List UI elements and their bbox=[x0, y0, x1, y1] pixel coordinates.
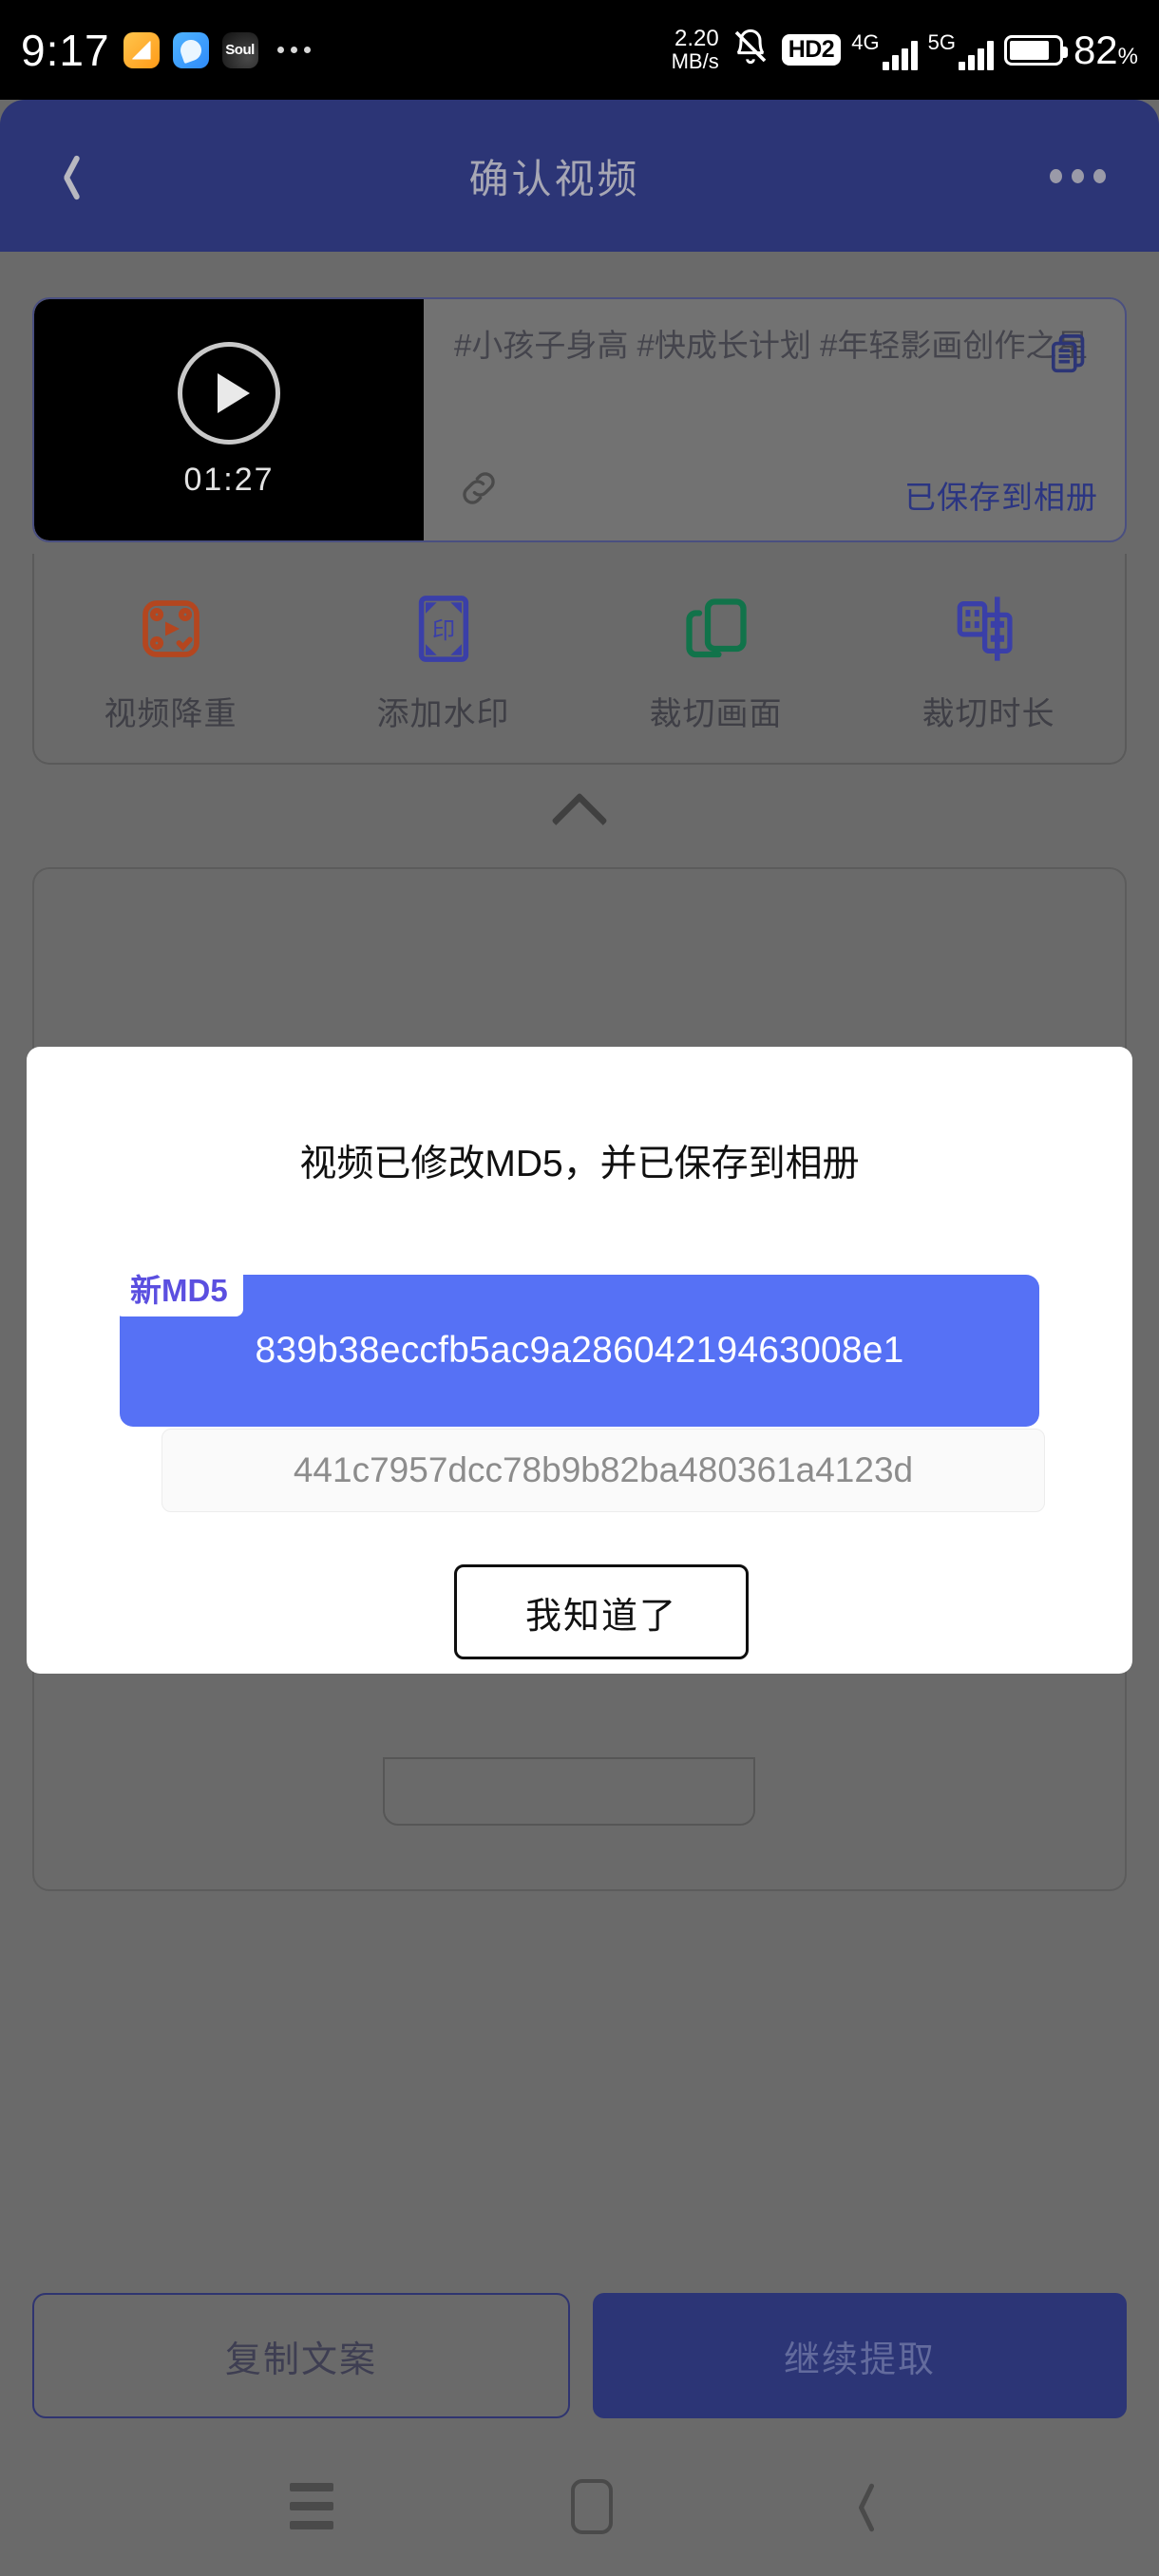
old-md5-row[interactable]: 441c7957dcc78b9b82ba480361a4123d bbox=[162, 1429, 1045, 1512]
nav-back-chevron-icon[interactable] bbox=[850, 2481, 869, 2532]
network-speed-value: 2.20 bbox=[674, 26, 719, 52]
new-md5-row[interactable]: 新MD5 839b38eccfb5ac9a28604219463008e1 bbox=[115, 1261, 1039, 1427]
copy-document-icon[interactable] bbox=[1049, 331, 1092, 384]
video-caption: #小孩子身高 #快成长计划 #年轻影画创作之星 bbox=[454, 328, 1089, 363]
watermark-stamp-icon: 印 bbox=[409, 591, 478, 667]
home-square-icon[interactable] bbox=[571, 2478, 613, 2534]
page-title: 确认视频 bbox=[468, 156, 640, 201]
sim2-signal-indicator: 5G bbox=[928, 30, 994, 70]
old-md5-value: 441c7957dcc78b9b82ba480361a4123d bbox=[293, 1450, 914, 1489]
svg-text:印: 印 bbox=[431, 617, 455, 644]
sim2-signal-bars bbox=[958, 38, 994, 70]
bell-muted-icon bbox=[730, 28, 771, 72]
status-clock: 9:17 bbox=[21, 25, 110, 75]
sim2-network-label: 5G bbox=[927, 29, 956, 54]
play-circle-icon[interactable] bbox=[178, 341, 280, 445]
sim1-network-label: 4G bbox=[851, 29, 880, 54]
tool-row: 视频降重 印 添加水印 裁切画面 裁切时长 bbox=[32, 554, 1127, 765]
trim-duration-icon bbox=[952, 591, 1026, 667]
tool-crop-frame[interactable]: 裁切画面 bbox=[580, 591, 852, 734]
battery-percent: 82% bbox=[1073, 27, 1138, 72]
status-bar: 9:17 Soul 2.20 MB/s HD2 4G 5G 82% bbox=[0, 0, 1159, 100]
md5-result-dialog: 视频已修改MD5，并已保存到相册 新MD5 839b38eccfb5ac9a28… bbox=[27, 1047, 1132, 1674]
video-duration: 01:27 bbox=[183, 461, 275, 498]
tool-add-watermark[interactable]: 印 添加水印 bbox=[307, 591, 580, 734]
note-app-icon bbox=[123, 31, 160, 68]
panel-tab-chip[interactable] bbox=[383, 1757, 755, 1826]
collapse-section-button[interactable] bbox=[0, 786, 1159, 849]
chevron-up-icon bbox=[551, 792, 608, 849]
new-md5-badge: 新MD5 bbox=[115, 1261, 243, 1316]
sim1-signal-bars bbox=[882, 38, 918, 70]
app-header: 确认视频 bbox=[0, 100, 1159, 252]
tool-label: 裁切画面 bbox=[649, 695, 783, 732]
more-dots-icon bbox=[276, 47, 311, 53]
dialog-confirm-button[interactable]: 我知道了 bbox=[454, 1564, 749, 1659]
video-card-body: #小孩子身高 #快成长计划 #年轻影画创作之星 已保存到相册 bbox=[424, 299, 1125, 540]
network-speed-unit: MB/s bbox=[671, 48, 719, 73]
browser-app-icon bbox=[172, 31, 209, 68]
status-bar-left: 9:17 Soul bbox=[21, 25, 311, 76]
copy-text-button[interactable]: 复制文案 bbox=[32, 2293, 570, 2418]
tool-label: 裁切时长 bbox=[922, 695, 1055, 732]
video-dedupe-icon bbox=[137, 591, 205, 667]
continue-extract-button[interactable]: 继续提取 bbox=[593, 2293, 1127, 2418]
main-content: 01:27 #小孩子身高 #快成长计划 #年轻影画创作之星 已保存到相册 视频降… bbox=[0, 252, 1159, 2576]
tool-label: 视频降重 bbox=[104, 695, 238, 732]
sim1-signal-indicator: 4G bbox=[851, 29, 918, 70]
network-speed-indicator: 2.20 MB/s bbox=[671, 26, 719, 73]
soul-app-icon: Soul bbox=[221, 31, 258, 68]
more-options-icon[interactable] bbox=[1050, 168, 1106, 183]
dialog-title: 视频已修改MD5，并已保存到相册 bbox=[299, 1144, 860, 1184]
bottom-action-bar: 复制文案 继续提取 bbox=[0, 2275, 1159, 2436]
status-bar-right: 2.20 MB/s HD2 4G 5G 82% bbox=[671, 26, 1138, 73]
tool-video-dedupe[interactable]: 视频降重 bbox=[34, 591, 307, 734]
hd-voice-icon: HD2 bbox=[781, 34, 842, 66]
new-md5-value: 839b38eccfb5ac9a28604219463008e1 bbox=[255, 1330, 904, 1371]
video-thumbnail[interactable]: 01:27 bbox=[34, 299, 424, 540]
system-nav-bar bbox=[0, 2436, 1159, 2576]
link-chain-icon[interactable] bbox=[458, 467, 500, 514]
crop-frame-icon bbox=[682, 591, 750, 667]
saved-status-label: 已保存到相册 bbox=[904, 480, 1098, 515]
back-chevron-icon[interactable] bbox=[53, 153, 78, 199]
battery-icon bbox=[1003, 34, 1068, 66]
tool-label: 添加水印 bbox=[376, 695, 510, 732]
video-card[interactable]: 01:27 #小孩子身高 #快成长计划 #年轻影画创作之星 已保存到相册 bbox=[32, 297, 1127, 542]
tool-trim-duration[interactable]: 裁切时长 bbox=[852, 591, 1125, 734]
menu-lines-icon[interactable] bbox=[290, 2483, 333, 2529]
